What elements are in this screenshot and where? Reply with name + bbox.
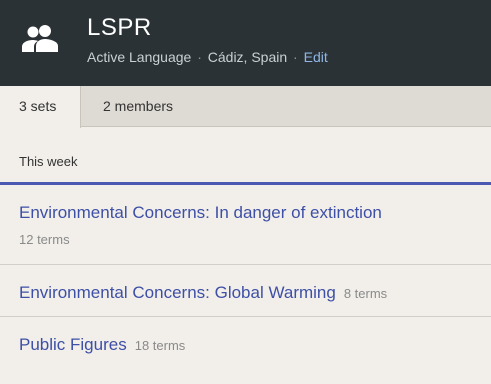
term-count: 18 terms [134,338,186,353]
row-divider [0,264,491,265]
set-link[interactable]: Environmental Concerns: Global Warming [19,283,336,302]
set-link[interactable]: Environmental Concerns: In danger of ext… [0,203,491,223]
set-item: Public Figures 18 terms [0,335,491,355]
tab-bar: 3 sets 2 members [0,86,491,128]
group-header: LSPR Active Language · Cádiz, Spain · Ed… [0,0,491,86]
section-title: This week [19,154,78,169]
edit-link[interactable]: Edit [304,49,328,65]
group-title: LSPR [87,14,152,41]
meta-separator-2: · [293,49,298,65]
section-divider [0,182,491,185]
tab-sets[interactable]: 3 sets [0,86,81,128]
meta-separator: · [197,49,202,65]
term-count: 8 terms [343,286,388,301]
row-divider [0,316,491,317]
language-label: Active Language [87,49,192,65]
term-count: 12 terms [19,232,70,247]
set-item: Environmental Concerns: In danger of ext… [0,203,491,247]
people-icon [22,25,58,52]
set-link[interactable]: Public Figures [19,335,127,354]
location-label: Cádiz, Spain [207,49,288,65]
set-item: Environmental Concerns: Global Warming 8 … [0,283,491,303]
tab-members[interactable]: 2 members [103,86,173,127]
group-meta: Active Language · Cádiz, Spain · Edit [87,49,328,65]
